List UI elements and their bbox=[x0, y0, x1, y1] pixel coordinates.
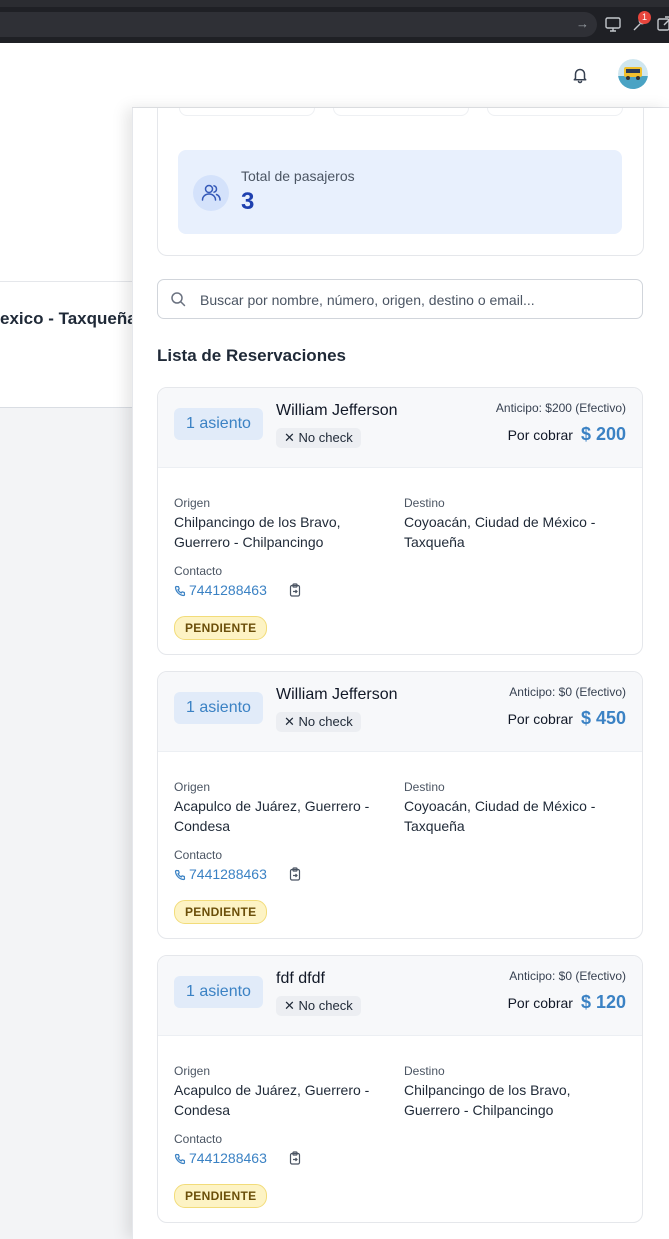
cast-screen-icon[interactable] bbox=[604, 15, 622, 33]
reservation-card[interactable]: 1 asiento William Jefferson ✕ No check A… bbox=[157, 671, 643, 939]
phone-number: 7441288463 bbox=[189, 582, 267, 598]
destination-value: Chilpancingo de los Bravo, Guerrero - Ch… bbox=[404, 1082, 571, 1118]
contact-label: Contacto bbox=[174, 848, 223, 862]
origin-label: Origen bbox=[174, 496, 211, 510]
summary-stat-box bbox=[487, 108, 623, 116]
anticipo-text: Anticipo: $200 (Efectivo) bbox=[495, 401, 626, 415]
origin-value: Chilpancingo de los Bravo, Guerrero - Ch… bbox=[174, 514, 341, 550]
go-arrow-icon[interactable]: → bbox=[576, 16, 589, 32]
notifications-bell-icon[interactable] bbox=[571, 66, 589, 84]
origin-value: Acapulco de Juárez, Guerrero - Condesa bbox=[174, 1082, 370, 1118]
address-bar[interactable]: → bbox=[0, 12, 597, 37]
reservation-card-header: 1 asiento William Jefferson ✕ No check A… bbox=[158, 672, 642, 752]
destination-label: Destino bbox=[404, 496, 445, 510]
anticipo-text: Anticipo: $0 (Efectivo) bbox=[509, 685, 626, 699]
amount-due-label: Por cobrar bbox=[507, 426, 573, 443]
amount-due: Por cobrar $ 450 bbox=[508, 708, 626, 729]
copy-icon[interactable] bbox=[288, 867, 302, 881]
check-status-label: No check bbox=[298, 998, 353, 1013]
background-route-text: exico - Taxqueña bbox=[0, 309, 132, 328]
user-avatar[interactable] bbox=[618, 59, 648, 89]
users-icon bbox=[193, 175, 229, 211]
reservation-card[interactable]: 1 asiento William Jefferson ✕ No check A… bbox=[157, 387, 643, 655]
destination-value: Coyoacán, Ciudad de México - Taxqueña bbox=[404, 514, 596, 550]
reservation-card[interactable]: 1 asiento fdf dfdf ✕ No check Anticipo: … bbox=[157, 955, 643, 1223]
close-icon: ✕ bbox=[284, 714, 299, 729]
origin-value: Acapulco de Juárez, Guerrero - Condesa bbox=[174, 798, 370, 834]
phone-link[interactable]: 7441288463 bbox=[174, 865, 267, 883]
origin-label: Origen bbox=[174, 1064, 211, 1078]
contact-label: Contacto bbox=[174, 1132, 223, 1146]
anticipo-text: Anticipo: $0 (Efectivo) bbox=[509, 969, 626, 983]
check-status-label: No check bbox=[298, 430, 353, 445]
search-icon bbox=[171, 292, 186, 307]
divider bbox=[0, 281, 132, 282]
check-status-label: No check bbox=[298, 714, 353, 729]
phone-icon bbox=[174, 585, 186, 597]
status-badge: PENDIENTE bbox=[174, 616, 268, 640]
amount-due: Por cobrar $ 120 bbox=[508, 992, 626, 1013]
phone-icon bbox=[174, 1153, 186, 1165]
close-icon: ✕ bbox=[284, 998, 299, 1013]
destination-value: Coyoacán, Ciudad de México - Taxqueña bbox=[404, 798, 596, 834]
phone-link[interactable]: 7441288463 bbox=[174, 581, 267, 599]
check-status-chip[interactable]: ✕ No check bbox=[276, 996, 361, 1016]
amount-due-value: $ 200 bbox=[580, 424, 626, 444]
amount-due: Por cobrar $ 200 bbox=[508, 424, 626, 445]
amount-due-value: $ 120 bbox=[580, 992, 626, 1012]
copy-icon[interactable] bbox=[288, 583, 302, 597]
passenger-name: William Jefferson bbox=[276, 686, 398, 703]
total-passengers-box: Total de pasajeros 3 bbox=[178, 150, 622, 234]
passenger-name: William Jefferson bbox=[276, 402, 398, 419]
seat-count-badge: 1 asiento bbox=[174, 692, 263, 724]
notification-badge: 1 bbox=[638, 11, 651, 24]
summary-stat-box bbox=[333, 108, 469, 116]
total-passengers-label: Total de pasajeros bbox=[241, 168, 355, 184]
amount-due-value: $ 450 bbox=[580, 708, 626, 728]
check-status-chip[interactable]: ✕ No check bbox=[276, 712, 361, 732]
copy-icon[interactable] bbox=[288, 1151, 302, 1165]
status-badge: PENDIENTE bbox=[174, 900, 268, 924]
reservation-card-header: 1 asiento William Jefferson ✕ No check A… bbox=[158, 388, 642, 468]
reservations-list-title: Lista de Reservaciones bbox=[157, 346, 346, 365]
seat-count-badge: 1 asiento bbox=[174, 408, 263, 440]
check-status-chip[interactable]: ✕ No check bbox=[276, 428, 361, 448]
destination-label: Destino bbox=[404, 1064, 445, 1078]
amount-due-label: Por cobrar bbox=[507, 994, 573, 1011]
destination-label: Destino bbox=[404, 780, 445, 794]
phone-number: 7441288463 bbox=[189, 1150, 267, 1166]
app-header bbox=[0, 43, 669, 108]
close-icon: ✕ bbox=[284, 430, 299, 445]
search-input[interactable] bbox=[198, 280, 632, 320]
search-box[interactable] bbox=[157, 279, 643, 320]
summary-stat-box bbox=[179, 108, 315, 116]
background-area bbox=[0, 408, 132, 1239]
external-window-icon[interactable] bbox=[656, 15, 669, 33]
phone-number: 7441288463 bbox=[189, 866, 267, 882]
phone-icon bbox=[174, 869, 186, 881]
reservation-card-header: 1 asiento fdf dfdf ✕ No check Anticipo: … bbox=[158, 956, 642, 1036]
tab-strip bbox=[0, 0, 669, 7]
seat-count-badge: 1 asiento bbox=[174, 976, 263, 1008]
status-badge: PENDIENTE bbox=[174, 1184, 268, 1208]
origin-label: Origen bbox=[174, 780, 211, 794]
total-passengers-count: 3 bbox=[241, 188, 255, 215]
background-route-card bbox=[0, 107, 132, 408]
browser-toolbar: → 1 bbox=[0, 0, 669, 43]
phone-link[interactable]: 7441288463 bbox=[174, 1149, 267, 1167]
contact-label: Contacto bbox=[174, 564, 223, 578]
passenger-name: fdf dfdf bbox=[276, 970, 325, 987]
amount-due-label: Por cobrar bbox=[507, 710, 573, 727]
reservations-panel: Total de pasajeros 3 Lista de Reservacio… bbox=[132, 108, 669, 1239]
